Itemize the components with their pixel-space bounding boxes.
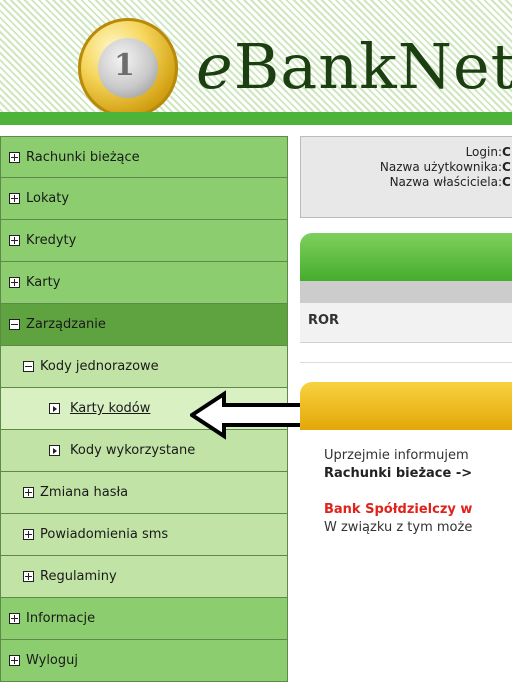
sidebar-item-kredyty[interactable]: Kredyty (0, 220, 288, 262)
logo-rest: BankNet (233, 30, 512, 103)
username-row: Nazwa użytkownika:C (302, 160, 512, 174)
divider (300, 362, 512, 363)
sidebar-item-label: Kody wykorzystane (70, 443, 196, 458)
sidebar-item-kody-jednorazowe[interactable]: Kody jednorazowe (0, 346, 288, 388)
plus-box-icon (9, 655, 20, 666)
sidebar-item-label: Karty (26, 275, 61, 290)
pointer-arrow-icon (190, 390, 304, 440)
minus-box-icon (23, 361, 34, 372)
triangle-box-icon (49, 403, 60, 414)
plus-box-icon (23, 529, 34, 540)
sidebar-item-label: Wyloguj (26, 653, 78, 668)
bank-logo-text: eBankNet (196, 30, 512, 103)
sidebar-item-label: Zmiana hasła (40, 485, 129, 500)
account-type: ROR (308, 313, 340, 328)
plus-box-icon (9, 277, 20, 288)
sidebar-item-link[interactable]: Karty kodów (70, 401, 150, 416)
sidebar-item-rachunki[interactable]: Rachunki bieżące (0, 136, 288, 178)
sidebar-item-label: Lokaty (26, 191, 70, 206)
owner-value: C (502, 175, 511, 189)
triangle-box-icon (49, 445, 60, 456)
accounts-panel-header (300, 233, 512, 281)
login-label: Login: (465, 145, 502, 159)
sidebar-item-powiadomienia-sms[interactable]: Powiadomienia sms (0, 514, 288, 556)
sidebar-item-regulaminy[interactable]: Regulaminy (0, 556, 288, 598)
minus-box-icon (9, 319, 20, 330)
plus-box-icon (23, 571, 34, 582)
sidebar-item-zmiana-hasla[interactable]: Zmiana hasła (0, 472, 288, 514)
owner-row: Nazwa właściciela:C (302, 175, 512, 189)
sidebar-item-label: Regulaminy (40, 569, 117, 584)
login-value: C (502, 145, 511, 159)
sidebar-item-label: Powiadomienia sms (40, 527, 169, 542)
account-row-ror[interactable]: ROR (300, 303, 512, 343)
sidebar-item-label: Kredyty (26, 233, 77, 248)
user-info-panel: Login:C Nazwa użytkownika:C Nazwa właści… (300, 136, 512, 218)
notice-panel-header (300, 382, 512, 430)
notice-line-2: Rachunki bieżace -> (324, 466, 473, 481)
plus-box-icon (9, 193, 20, 204)
plus-box-icon (23, 487, 34, 498)
sidebar-item-label: Rachunki bieżące (26, 149, 140, 165)
plus-box-icon (9, 613, 20, 624)
notice-line-1: Uprzejmie informujem (324, 448, 469, 463)
header-band (0, 112, 512, 125)
username-label: Nazwa użytkownika: (379, 160, 502, 174)
sidebar-item-zarzadzanie[interactable]: Zarządzanie (0, 304, 288, 346)
sidebar-item-label: Informacje (26, 611, 96, 626)
header: 1 eBankNet (0, 0, 512, 125)
notice-line-3: Bank Spółdzielczy w (324, 502, 473, 517)
login-row: Login:C (302, 145, 512, 159)
logo-prefix: e (196, 30, 234, 103)
coin-center: 1 (98, 38, 158, 98)
sidebar-item-label: Kody jednorazowe (40, 359, 159, 374)
plus-box-icon (9, 235, 20, 246)
notice-message: Uprzejmie informujem Rachunki bieżace ->… (324, 447, 512, 537)
owner-label: Nazwa właściciela: (389, 175, 502, 189)
sidebar-item-informacje[interactable]: Informacje (0, 598, 288, 640)
sidebar-item-lokaty[interactable]: Lokaty (0, 178, 288, 220)
notice-line-4: W związku z tym może (324, 520, 473, 535)
sidebar-item-label: Zarządzanie (26, 317, 106, 332)
accounts-table-header (300, 281, 512, 303)
plus-box-icon (9, 151, 20, 163)
sidebar-item-wyloguj[interactable]: Wyloguj (0, 640, 288, 682)
sidebar-item-karty[interactable]: Karty (0, 262, 288, 304)
coin-text: 1 (114, 48, 135, 83)
username-value: C (502, 160, 511, 174)
euro-coin-logo: 1 (78, 18, 178, 118)
